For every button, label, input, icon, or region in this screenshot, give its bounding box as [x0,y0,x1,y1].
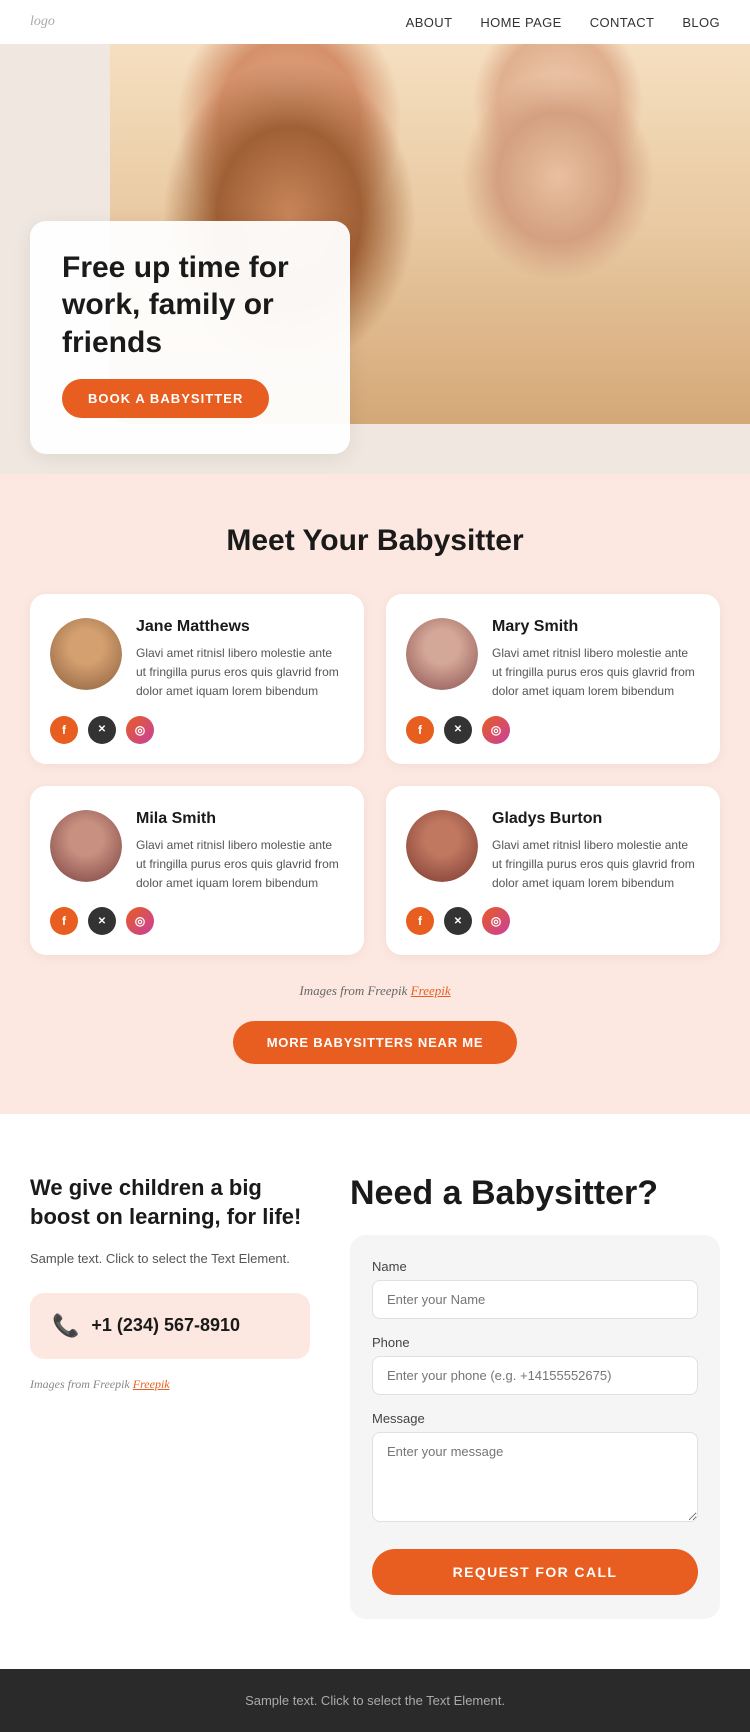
babysitter-section: Meet Your Babysitter Jane Matthews Glavi… [0,474,750,1114]
contact-section: We give children a big boost on learning… [0,1114,750,1669]
babysitter-desc-4: Glavi amet ritnisl libero molestie ante … [492,836,700,894]
instagram-icon-2[interactable]: ◎ [482,716,510,744]
babysitter-desc-3: Glavi amet ritnisl libero molestie ante … [136,836,344,894]
phone-number: +1 (234) 567-8910 [91,1315,240,1336]
babysitter-desc-2: Glavi amet ritnisl libero molestie ante … [492,644,700,702]
contact-form-card: Name Phone Message REQUEST FOR CALL [350,1235,720,1619]
twitter-icon-2[interactable]: ✕ [444,716,472,744]
facebook-icon-1[interactable]: f [50,716,78,744]
babysitter-desc-1: Glavi amet ritnisl libero molestie ante … [136,644,344,702]
avatar-3 [50,810,122,882]
message-field-group: Message [372,1411,698,1527]
hero-section: Free up time for work, family or friends… [0,44,750,474]
facebook-icon-4[interactable]: f [406,907,434,935]
navbar: logo ABOUT HOME PAGE CONTACT BLOG [0,0,750,44]
contact-right: Need a Babysitter? Name Phone Message RE… [350,1174,720,1619]
nav-about[interactable]: ABOUT [406,15,453,30]
contact-form-title: Need a Babysitter? [350,1174,720,1213]
babysitter-section-title: Meet Your Babysitter [30,524,720,558]
babysitter-name-4: Gladys Burton [492,810,700,828]
phone-icon: 📞 [52,1313,79,1339]
babysitter-card-3: Mila Smith Glavi amet ritnisl libero mol… [30,786,364,956]
instagram-icon-1[interactable]: ◎ [126,716,154,744]
instagram-icon-3[interactable]: ◎ [126,907,154,935]
twitter-icon-1[interactable]: ✕ [88,716,116,744]
facebook-icon-2[interactable]: f [406,716,434,744]
facebook-icon-3[interactable]: f [50,907,78,935]
avatar-4 [406,810,478,882]
instagram-icon-4[interactable]: ◎ [482,907,510,935]
book-babysitter-button[interactable]: BOOK A BABYSITTER [62,379,269,418]
card-social-4: f ✕ ◎ [406,907,700,935]
nav-blog[interactable]: BLOG [682,15,720,30]
nav-logo: logo [30,14,55,30]
name-field-group: Name [372,1259,698,1319]
nav-links: ABOUT HOME PAGE CONTACT BLOG [406,15,720,30]
name-input[interactable] [372,1280,698,1319]
freepik-note-contact: Images from Freepik Freepik [30,1377,310,1392]
contact-tagline: We give children a big boost on learning… [30,1174,310,1231]
contact-description: Sample text. Click to select the Text El… [30,1249,310,1269]
card-social-1: f ✕ ◎ [50,716,344,744]
name-label: Name [372,1259,698,1274]
more-babysitters-button[interactable]: MORE BABYSITTERS NEAR ME [233,1021,518,1064]
babysitter-card-1: Jane Matthews Glavi amet ritnisl libero … [30,594,364,764]
hero-heading: Free up time for work, family or friends [62,249,318,362]
contact-left: We give children a big boost on learning… [30,1174,310,1392]
nav-home[interactable]: HOME PAGE [480,15,561,30]
freepik-note-babysitter: Images from Freepik Freepik [30,983,720,999]
babysitter-card-4: Gladys Burton Glavi amet ritnisl libero … [386,786,720,956]
freepik-link-contact[interactable]: Freepik [133,1377,170,1391]
twitter-icon-4[interactable]: ✕ [444,907,472,935]
card-social-2: f ✕ ◎ [406,716,700,744]
phone-input[interactable] [372,1356,698,1395]
phone-field-group: Phone [372,1335,698,1395]
twitter-icon-3[interactable]: ✕ [88,907,116,935]
avatar-1 [50,618,122,690]
message-textarea[interactable] [372,1432,698,1522]
avatar-2 [406,618,478,690]
footer: Sample text. Click to select the Text El… [0,1669,750,1732]
babysitter-cards-grid: Jane Matthews Glavi amet ritnisl libero … [30,594,720,955]
babysitter-name-3: Mila Smith [136,810,344,828]
phone-label: Phone [372,1335,698,1350]
request-call-button[interactable]: REQUEST FOR CALL [372,1549,698,1595]
nav-contact[interactable]: CONTACT [590,15,655,30]
phone-box: 📞 +1 (234) 567-8910 [30,1293,310,1359]
babysitter-card-2: Mary Smith Glavi amet ritnisl libero mol… [386,594,720,764]
footer-text: Sample text. Click to select the Text El… [30,1693,720,1708]
message-label: Message [372,1411,698,1426]
hero-text-box: Free up time for work, family or friends… [30,221,350,455]
babysitter-name-1: Jane Matthews [136,618,344,636]
card-social-3: f ✕ ◎ [50,907,344,935]
babysitter-name-2: Mary Smith [492,618,700,636]
freepik-link-babysitter[interactable]: Freepik [411,983,451,998]
